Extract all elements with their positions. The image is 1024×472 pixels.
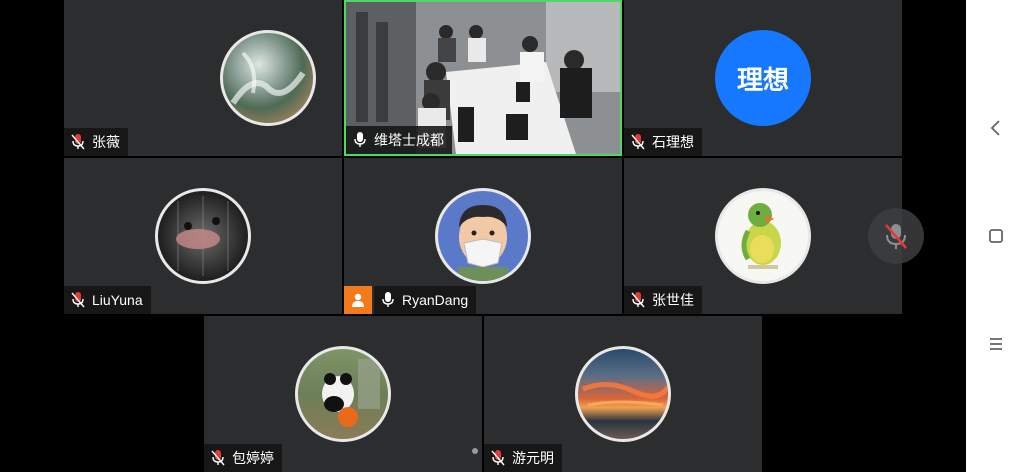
chevron-left-icon[interactable]	[986, 118, 1006, 138]
participant-name: 石理想	[652, 134, 694, 150]
square-icon[interactable]	[986, 226, 1006, 246]
mic-muted-icon	[71, 134, 85, 150]
avatar-cat	[155, 188, 251, 284]
participant-tile-youyuanming[interactable]: 游元明	[484, 316, 762, 472]
avatar-waterfall	[220, 30, 316, 126]
nametag: 张薇	[64, 128, 128, 156]
participant-tile-zhangshijia[interactable]: 张世佳	[624, 158, 902, 314]
participant-name: 张薇	[92, 134, 120, 150]
participant-name: 张世佳	[652, 292, 694, 308]
participant-tile-baotingting[interactable]: 包婷婷	[204, 316, 482, 472]
mic-muted-icon	[211, 450, 225, 466]
user-icon	[352, 293, 364, 307]
mic-on-icon	[354, 132, 366, 147]
mic-on-icon	[382, 292, 394, 307]
participant-tile-zhangwei[interactable]: 张薇	[64, 0, 342, 156]
avatar-panda	[295, 346, 391, 442]
nametag: 维塔士成都	[346, 126, 452, 154]
menu-icon[interactable]	[986, 334, 1006, 354]
host-badge	[344, 286, 372, 314]
avatar-parrot	[715, 188, 811, 284]
floating-mic-button[interactable]	[868, 208, 924, 264]
nametag: 石理想	[624, 128, 702, 156]
participant-tile-weitashi[interactable]: 维塔士成都	[344, 0, 622, 156]
participant-name: LiuYuna	[92, 292, 143, 308]
avatar-initials: 理想	[715, 30, 811, 126]
mic-muted-icon	[631, 134, 645, 150]
participant-name: 维塔士成都	[374, 132, 444, 148]
avatar-cartoon-man	[435, 188, 531, 284]
participant-tile-liuyuna[interactable]: LiuYuna	[64, 158, 342, 314]
nametag: 包婷婷	[204, 444, 282, 472]
participant-name: 游元明	[512, 450, 554, 466]
nametag: RyanDang	[374, 286, 477, 314]
participant-tile-shilixiang[interactable]: 理想 石理想	[624, 0, 902, 156]
nametag: 游元明	[484, 444, 562, 472]
participant-name: 包婷婷	[232, 450, 274, 466]
mic-muted-icon	[885, 224, 907, 249]
nametag: LiuYuna	[64, 286, 151, 314]
mic-muted-icon	[491, 450, 505, 466]
mic-muted-icon	[71, 292, 85, 308]
system-nav-bar	[966, 0, 1024, 472]
mic-muted-icon	[631, 292, 645, 308]
nametag: 张世佳	[624, 286, 702, 314]
page-indicator-dot	[472, 448, 478, 454]
avatar-sunset	[575, 346, 671, 442]
participant-name: RyanDang	[402, 292, 469, 308]
participant-tile-ryandang[interactable]: RyanDang	[344, 158, 622, 314]
